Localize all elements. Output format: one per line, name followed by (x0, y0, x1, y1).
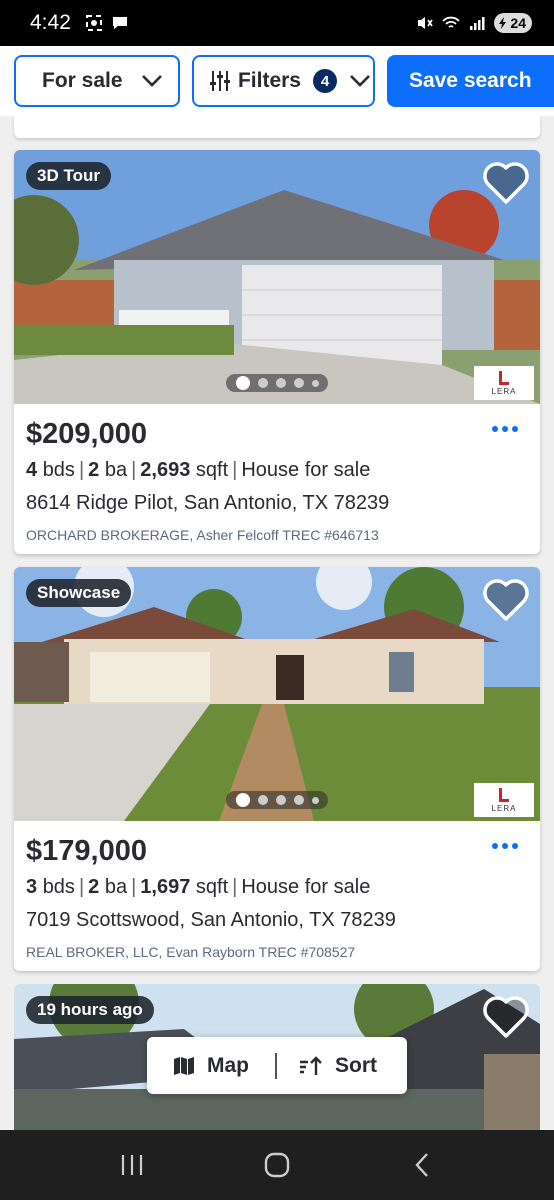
filters-count-badge: 4 (313, 69, 337, 93)
for-sale-label: For sale (42, 69, 123, 92)
carousel-dot (257, 378, 268, 388)
for-sale-dropdown[interactable]: For sale (14, 55, 180, 107)
carousel-dot (275, 795, 286, 805)
carousel-dot (293, 795, 304, 805)
recent-apps-icon (122, 1155, 143, 1175)
status-time: 4:42 (30, 11, 71, 34)
listing-card[interactable]: Showcase LERA $179,000 3 bds | 2 ba | 1,697 … (14, 567, 540, 971)
back-button[interactable] (402, 1145, 442, 1185)
photo-carousel-dots (226, 791, 328, 809)
favorite-heart-icon[interactable] (482, 160, 530, 206)
more-options-icon[interactable] (492, 843, 518, 849)
listing-details: $179,000 3 bds | 2 ba | 1,697 sqft | House for… (14, 821, 540, 971)
chevron-down-icon (350, 75, 370, 87)
charging-icon (499, 17, 507, 29)
listing-price: $209,000 (26, 418, 147, 450)
map-label: Map (207, 1053, 249, 1077)
previous-listing-card (14, 116, 540, 138)
wifi-icon (442, 16, 461, 28)
home-button[interactable] (257, 1145, 297, 1185)
map-icon (174, 1056, 194, 1075)
carousel-dot (311, 796, 319, 804)
signal-icon (470, 17, 485, 30)
listing-card[interactable]: 3D Tour LERA $209,000 4 bds | 2 ba | 2,693 s… (14, 150, 540, 554)
listing-details: $209,000 4 bds | 2 ba | 2,693 sqft | House for… (14, 404, 540, 554)
listing-tag: 3D Tour (26, 162, 111, 190)
map-button[interactable]: Map (147, 1054, 275, 1078)
carousel-dot (293, 378, 304, 388)
listing-address: 8614 Ridge Pilot, San Antonio, TX 78239 (26, 492, 390, 514)
recent-apps-button[interactable] (112, 1145, 152, 1185)
system-nav-bar (0, 1130, 554, 1200)
back-icon (415, 1153, 428, 1177)
listing-tag: Showcase (26, 579, 132, 607)
photo-carousel-dots (226, 374, 328, 392)
listing-price: $179,000 (26, 835, 147, 867)
carousel-dot (275, 378, 286, 388)
listing-tag: 19 hours ago (26, 996, 154, 1024)
listing-specs: 3 bds | 2 ba | 1,697 sqft | House for sale (26, 876, 371, 898)
carousel-dot (235, 376, 250, 390)
favorite-heart-icon[interactable] (482, 994, 530, 1040)
filters-label: Filters (237, 69, 301, 92)
listing-photo[interactable]: Showcase LERA (14, 567, 540, 821)
carousel-dot (257, 795, 268, 805)
battery-level: 24 (510, 15, 526, 31)
filter-bar: For sale Filters 4 Save search (0, 46, 554, 116)
save-search-button[interactable]: Save search (386, 55, 554, 107)
brokerage-logo: LERA (474, 366, 534, 400)
carousel-dot (235, 793, 250, 807)
map-sort-bar: Map Sort (147, 1037, 407, 1094)
brokerage-logo: LERA (474, 783, 534, 817)
chat-icon (112, 17, 127, 29)
mute-icon (418, 17, 434, 29)
listing-photo[interactable]: 3D Tour LERA (14, 150, 540, 404)
carousel-dot (311, 379, 319, 387)
more-options-icon[interactable] (492, 426, 518, 432)
sliders-icon (209, 71, 230, 91)
listing-specs: 4 bds | 2 ba | 2,693 sqft | House for sale (26, 459, 371, 481)
listing-broker: REAL BROKER, LLC, Evan Rayborn TREC #708… (26, 944, 356, 960)
sort-button[interactable]: Sort (277, 1054, 377, 1078)
sort-icon (300, 1055, 322, 1075)
chevron-down-icon (141, 75, 162, 87)
battery-indicator: 24 (494, 13, 532, 33)
status-bar: 4:42 24 (0, 0, 554, 46)
listing-address: 7019 Scottswood, San Antonio, TX 78239 (26, 909, 396, 931)
favorite-heart-icon[interactable] (482, 577, 530, 623)
filters-button[interactable]: Filters 4 (191, 55, 375, 107)
listing-broker: ORCHARD BROKERAGE, Asher Felcoff TREC #6… (26, 527, 379, 543)
sort-label: Sort (335, 1053, 377, 1077)
home-icon (264, 1152, 290, 1178)
screenshot-icon (85, 15, 102, 31)
